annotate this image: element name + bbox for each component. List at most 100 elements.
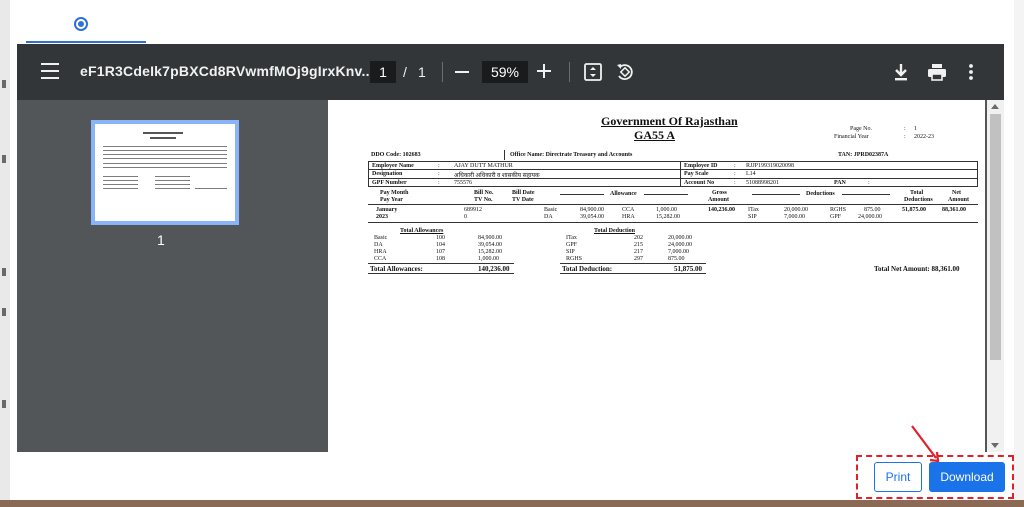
entry-deduction-name: GPF [830,214,842,220]
pdf-toolbar: eF1R3CdeIk7pBXCd8RVwmfMOj9gIrxKnv... 1 /… [17,44,1004,100]
office-name: Office Name: Directrate Treasury and Acc… [510,152,633,158]
zoom-level-input[interactable]: 59% [482,61,528,83]
entry-year: 2023 [376,214,388,220]
page-no-colon: : [904,126,906,132]
page-thumbnail[interactable] [91,120,239,225]
zoom-out-icon[interactable] [455,71,469,73]
financial-year-label: Financial Year [834,134,869,140]
toolbar-divider [442,62,443,82]
list-item-code: 108 [436,256,445,262]
entry-tv-no: 0 [464,214,467,220]
total-allowances-title: Total Allowances [400,228,444,234]
header-allowance: Allowance [610,191,637,197]
background-mark [2,155,6,163]
list-item-name: SIP [566,249,575,255]
total-pages: 1 [418,64,426,80]
entry-allowance-value: 15,282.00 [656,214,680,220]
zoom-in-icon[interactable] [537,64,551,78]
header-rule [560,194,604,195]
page-number-input[interactable]: 1 [370,61,396,83]
print-icon[interactable] [926,62,948,82]
list-item-amount: 1,000.00 [478,256,499,262]
total-rule [560,263,706,264]
entry-allowance-value: 39,054.00 [580,214,604,220]
header-pay-month: Pay Month [380,190,409,196]
emp-id-value: RJJP199319020098 [746,163,795,169]
background-footer-strip [0,500,1024,507]
row-line [368,169,978,170]
thumbnail-page-number: 1 [157,232,165,248]
scroll-up-icon[interactable] [991,104,999,109]
header-bottom-rule [368,204,978,205]
entry-deduction-value: 7,000.00 [784,214,805,220]
designation-label: Designation [372,171,403,177]
header-deductions: Deductions [806,191,835,197]
tan-number: TAN: JPRD02387A [838,152,889,158]
entry-deduction-name: SIP [748,214,757,220]
header-rule [644,194,688,195]
colon: : [734,180,736,186]
header-rule [752,194,800,195]
header-pay-year: Pay Year [380,197,403,203]
download-button[interactable]: Download [929,462,1005,492]
total-deduction-title: Total Deduction [594,228,635,234]
scrollbar-thumb[interactable] [990,114,1001,360]
list-item-name: DA [374,242,383,248]
document-tab[interactable] [26,10,146,43]
scroll-down-icon[interactable] [991,443,999,448]
background-mark [2,268,6,276]
list-item-amount: 20,000.00 [668,235,692,241]
background-mark [2,400,6,408]
list-item-amount: 39,054.00 [478,242,502,248]
entry-allowance-name: Basic [544,207,558,213]
header-rule [842,194,890,195]
header-bill-date: Bill Date [512,190,535,196]
entry-deduction-value: 20,000.00 [784,207,808,213]
list-item-code: 217 [634,249,643,255]
entry-allowance-name: HRA [622,214,635,220]
entry-allowance-name: CCA [622,207,635,213]
entry-bottom-rule [368,222,978,223]
list-item-code: 100 [436,235,445,241]
pdf-page: Government Of Rajasthan GA55 A Page No. … [328,100,985,452]
total-rule [560,273,706,274]
fit-page-icon[interactable] [583,62,603,82]
emp-id-label: Employee ID [684,163,718,169]
header-tv-no: TV No. [474,197,493,203]
list-item-code: 104 [436,242,445,248]
vertical-scrollbar[interactable] [987,100,1004,452]
page-no-label: Page No. [850,126,872,132]
total-allowances-label: Total Allowances: [370,265,423,273]
entry-deduction-value: 875.00 [864,207,881,213]
download-icon[interactable] [892,62,910,82]
radio-selected-icon [74,17,88,31]
ddo-code: DDO Code: 102683 [371,152,421,158]
tab-active-indicator [26,41,146,43]
doc-heading: Government Of Rajasthan [601,114,738,128]
column-line [680,161,681,187]
list-item-amount: 24,000.00 [668,242,692,248]
colon: : [734,163,736,169]
print-button[interactable]: Print [874,462,922,492]
financial-year-colon: : [904,134,906,140]
list-item-amount: 84,900.00 [478,235,502,241]
list-item-name: ITax [566,235,577,241]
pan-label: PAN [834,180,846,186]
emp-name-value: AJAY DUTT MATHUR [454,163,513,169]
page-separator: / [403,64,407,80]
divider [504,150,505,160]
account-label: Account No [684,180,715,186]
menu-icon[interactable] [41,63,59,79]
more-vert-icon[interactable] [967,62,975,82]
list-item-code: 297 [634,256,643,262]
entry-gross: 140,236.00 [708,207,735,213]
emp-name-label: Employee Name [372,163,414,169]
entry-allowance-value: 1,000.00 [656,207,677,213]
list-item-amount: 7,000.00 [668,249,689,255]
entry-allowance-name: DA [544,214,553,220]
rotate-icon[interactable] [614,61,636,83]
list-item-code: 215 [634,242,643,248]
total-rule [368,273,514,274]
list-item-amount: 875.00 [668,256,685,262]
colon: : [438,171,440,177]
